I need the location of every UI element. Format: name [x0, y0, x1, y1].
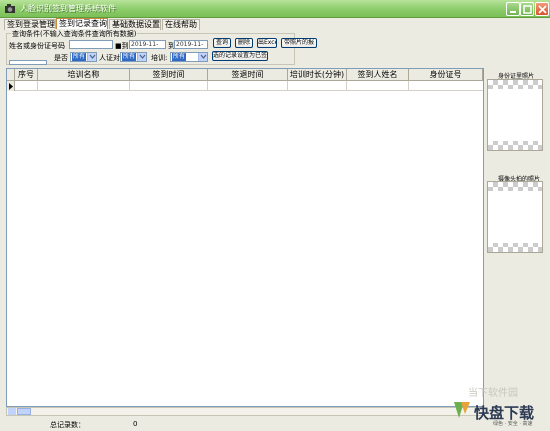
title-bar: 人脸识别签到管理系统软件 — [0, 0, 550, 18]
training-select[interactable]: 所有 — [170, 52, 208, 62]
chevron-down-icon — [200, 54, 207, 59]
close-icon — [538, 5, 547, 14]
table-cell[interactable] — [15, 81, 38, 91]
query-button[interactable]: 查询 — [213, 38, 231, 48]
training-select-value: 所有 — [172, 53, 187, 61]
card-match-select-value: 所有 — [122, 53, 137, 61]
tab-online-help[interactable]: 在线帮助 — [162, 19, 200, 30]
column-header-duration[interactable]: 培训时长(分钟) — [288, 69, 347, 81]
id-card-photo — [487, 79, 543, 151]
column-header-sign-out-time[interactable]: 签退时间 — [208, 69, 288, 81]
column-header-person-name[interactable]: 签到人姓名 — [347, 69, 409, 81]
column-header-training-name[interactable]: 培训名称 — [38, 69, 130, 81]
column-header-id-number[interactable]: 身份证号 — [409, 69, 483, 81]
table-cell[interactable] — [347, 81, 409, 91]
row-indicator-header — [7, 69, 15, 81]
date-from-input[interactable]: 2019-11- — [129, 40, 166, 49]
table-cell[interactable] — [38, 81, 130, 91]
minimize-button[interactable] — [506, 2, 520, 16]
records-grid[interactable]: 序号 培训名称 签到时间 签退时间 培训时长(分钟) 签到人姓名 身份证号 — [6, 68, 484, 407]
delete-button[interactable]: 删除 — [235, 38, 253, 48]
export-excel-button[interactable]: 出Excel — [257, 38, 277, 48]
maximize-button[interactable] — [520, 2, 534, 16]
training-label: 培训: — [151, 54, 168, 62]
table-cell[interactable] — [409, 81, 483, 91]
name-id-input[interactable] — [69, 40, 113, 49]
late-select-value: 所有 — [72, 53, 87, 61]
date-to-input[interactable]: 2019-11- — [174, 40, 208, 49]
camera-app-icon — [5, 4, 15, 13]
status-bar: 总记录数： 0 — [0, 418, 550, 431]
table-cell[interactable] — [130, 81, 208, 91]
date-from-label: ■到 — [115, 42, 129, 50]
name-id-input-underline — [9, 60, 47, 65]
row-indicator — [7, 81, 15, 91]
column-header-index[interactable]: 序号 — [15, 69, 38, 81]
scroll-thumb[interactable] — [17, 408, 31, 415]
photo-panel: 身份证里照片 摄像头拍的照片 — [484, 68, 550, 416]
horizontal-scrollbar[interactable] — [6, 407, 484, 416]
current-row-arrow-icon — [9, 83, 13, 90]
set-signed-button[interactable]: 选的记录设置为已签到 — [212, 51, 268, 61]
maximize-icon — [523, 5, 532, 14]
card-match-label: 人证对 — [99, 54, 120, 62]
camera-capture-photo — [487, 181, 543, 253]
grid-header: 序号 培训名称 签到时间 签退时间 培训时长(分钟) 签到人姓名 身份证号 — [7, 69, 483, 81]
table-row[interactable] — [7, 81, 483, 91]
late-select[interactable]: 所有 — [70, 52, 97, 62]
name-id-label: 姓名或身份证号码 — [9, 42, 65, 50]
minimize-icon — [510, 11, 516, 13]
photo-report-button[interactable]: 带照片的报 — [281, 38, 317, 48]
chevron-down-icon — [139, 54, 146, 59]
scroll-left-button[interactable] — [8, 408, 16, 415]
search-criteria-legend: 查询条件(不输入查询条件查询所有数据) — [11, 29, 138, 39]
table-cell[interactable] — [288, 81, 347, 91]
table-cell[interactable] — [208, 81, 288, 91]
column-header-sign-in-time[interactable]: 签到时间 — [130, 69, 208, 81]
late-label: 是否 — [54, 54, 68, 62]
window-title: 人脸识别签到管理系统软件 — [20, 4, 116, 13]
total-records-label: 总记录数： — [50, 421, 85, 429]
card-match-select[interactable]: 所有 — [120, 52, 147, 62]
chevron-down-icon — [89, 54, 96, 59]
close-button[interactable] — [535, 2, 549, 16]
total-records-value: 0 — [133, 420, 138, 428]
